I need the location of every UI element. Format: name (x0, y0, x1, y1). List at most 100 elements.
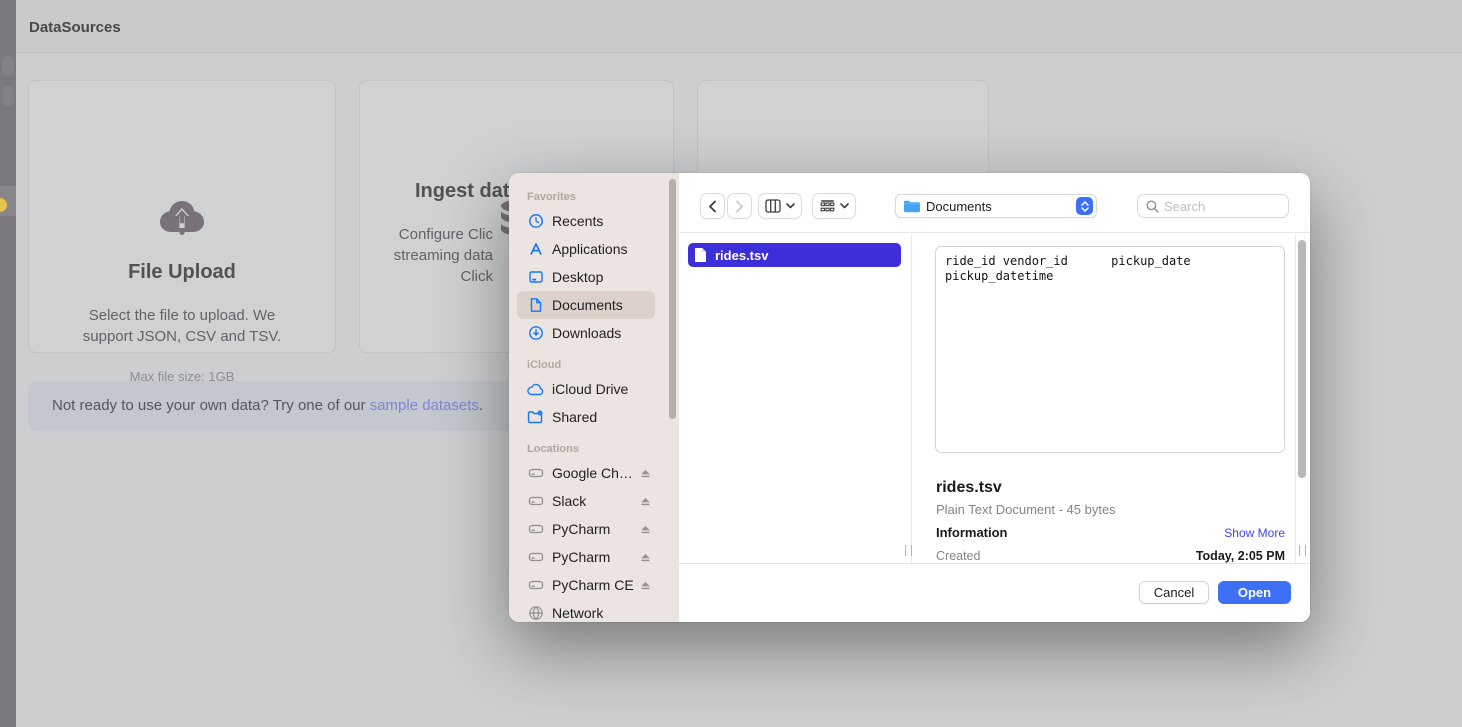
sidebar-item-label: iCloud Drive (552, 381, 628, 397)
back-button[interactable] (700, 193, 725, 219)
column-resize-handle[interactable] (905, 545, 912, 556)
eject-icon[interactable] (640, 552, 651, 563)
applications-icon (527, 241, 544, 258)
collapsed-app-rail (0, 0, 16, 727)
chevron-down-icon (840, 203, 849, 209)
column-view-button[interactable] (758, 193, 802, 219)
column-divider[interactable] (911, 234, 912, 563)
disk-icon (527, 521, 544, 538)
sidebar-item-shared[interactable]: Shared (517, 403, 655, 431)
shared-folder-icon (527, 409, 544, 426)
cancel-button[interactable]: Cancel (1139, 581, 1209, 604)
eject-icon[interactable] (640, 496, 651, 507)
location-label: Documents (926, 199, 1076, 214)
finder-content: Documents rides.tsv ride_id vendor_id pi… (679, 173, 1310, 622)
sidebar-item-label: PyCharm (552, 549, 610, 565)
created-label: Created (936, 549, 980, 563)
file-upload-card[interactable]: File Upload Select the file to upload. W… (28, 80, 336, 353)
card-description: Configure Clic streaming data Click (394, 224, 493, 287)
sidebar-item-label: PyCharm (552, 521, 610, 537)
sidebar-item-label: Google Ch… (552, 465, 633, 481)
chevron-right-icon (735, 200, 744, 213)
sidebar-section-label: iCloud (527, 359, 679, 371)
group-view-button[interactable] (812, 193, 856, 219)
rail-item[interactable] (2, 86, 14, 106)
file-icon (694, 247, 707, 263)
rail-item[interactable] (2, 56, 14, 76)
grid-icon (820, 200, 835, 213)
sidebar-item-label: Network (552, 605, 603, 621)
file-name: rides.tsv (715, 248, 768, 263)
search-input[interactable] (1164, 199, 1280, 214)
download-icon (527, 325, 544, 342)
page-header: DataSources (16, 0, 1462, 53)
sidebar-item-label: Applications (552, 241, 628, 257)
cloud-upload-icon (159, 199, 205, 237)
sidebar-item-recents[interactable]: Recents (517, 207, 655, 235)
sidebar-item-documents[interactable]: Documents (517, 291, 655, 319)
sidebar-item-pycharm[interactable]: PyCharm (517, 515, 655, 543)
page-title: DataSources (29, 19, 121, 36)
sidebar-item-label: Documents (552, 297, 623, 313)
information-row: Information Show More (936, 525, 1285, 540)
column-resize-handle[interactable] (1299, 545, 1306, 556)
sidebar-item-pycharm-2[interactable]: PyCharm (517, 543, 655, 571)
sidebar-item-applications[interactable]: Applications (517, 235, 655, 263)
sidebar-item-label: Downloads (552, 325, 621, 341)
file-row-rides-tsv[interactable]: rides.tsv (688, 243, 901, 267)
sample-datasets-link[interactable]: sample datasets (370, 397, 479, 414)
created-row: Created Today, 2:05 PM (936, 549, 1285, 563)
folder-icon (903, 199, 920, 213)
sidebar-section-label: Favorites (527, 191, 679, 203)
footer-divider (679, 563, 1310, 564)
sidebar-item-label: Desktop (552, 269, 603, 285)
preview-scrollbar[interactable] (1298, 240, 1306, 478)
cloud-icon (527, 381, 544, 398)
card-description: Select the file to upload. We support JS… (29, 305, 335, 347)
search-field[interactable] (1137, 194, 1289, 218)
eject-icon[interactable] (640, 580, 651, 591)
sidebar-item-slack[interactable]: Slack (517, 487, 655, 515)
sidebar-item-downloads[interactable]: Downloads (517, 319, 655, 347)
search-icon (1146, 200, 1159, 213)
columns-icon (765, 199, 781, 213)
disk-icon (527, 577, 544, 594)
sidebar-item-label: PyCharm CE (552, 577, 634, 593)
finder-sidebar: Favorites Recents Applications Desktop D… (509, 173, 679, 622)
sidebar-item-label: Slack (552, 493, 586, 509)
created-value: Today, 2:05 PM (1196, 549, 1285, 563)
preview-filename: rides.tsv (936, 479, 1285, 497)
sidebar-scrollbar[interactable] (669, 179, 676, 419)
forward-button[interactable] (727, 193, 752, 219)
sidebar-item-label: Shared (552, 409, 597, 425)
sidebar-item-network[interactable]: Network (517, 599, 655, 622)
finder-toolbar: Documents (679, 173, 1310, 233)
sidebar-item-pycharm-ce[interactable]: PyCharm CE (517, 571, 655, 599)
stepper-icon (1076, 197, 1093, 215)
column-divider[interactable] (1295, 234, 1296, 563)
chevron-down-icon (786, 203, 795, 209)
sidebar-item-icloud-drive[interactable]: iCloud Drive (517, 375, 655, 403)
desktop-icon (527, 269, 544, 286)
chevron-left-icon (708, 200, 717, 213)
preview-line: ride_id vendor_id pickup_date (945, 254, 1275, 269)
sidebar-item-google-drive[interactable]: Google Ch… (517, 459, 655, 487)
file-open-dialog: Favorites Recents Applications Desktop D… (509, 173, 1310, 622)
sidebar-section-label: Locations (527, 443, 679, 455)
card-title: Ingest data (415, 180, 521, 203)
sidebar-item-label: Recents (552, 213, 603, 229)
show-more-link[interactable]: Show More (1224, 526, 1285, 540)
open-button[interactable]: Open (1218, 581, 1291, 604)
eject-icon[interactable] (640, 524, 651, 535)
sidebar-item-desktop[interactable]: Desktop (517, 263, 655, 291)
globe-icon (527, 605, 544, 622)
file-preview: ride_id vendor_id pickup_date pickup_dat… (935, 246, 1285, 453)
eject-icon[interactable] (640, 468, 651, 479)
preview-line: pickup_datetime (945, 269, 1275, 284)
information-label: Information (936, 525, 1008, 540)
disk-icon (527, 549, 544, 566)
banner-text: Not ready to use your own data? Try one … (52, 397, 483, 414)
card-title: File Upload (29, 261, 335, 284)
location-dropdown[interactable]: Documents (895, 194, 1097, 218)
preview-kind: Plain Text Document - 45 bytes (936, 502, 1285, 517)
